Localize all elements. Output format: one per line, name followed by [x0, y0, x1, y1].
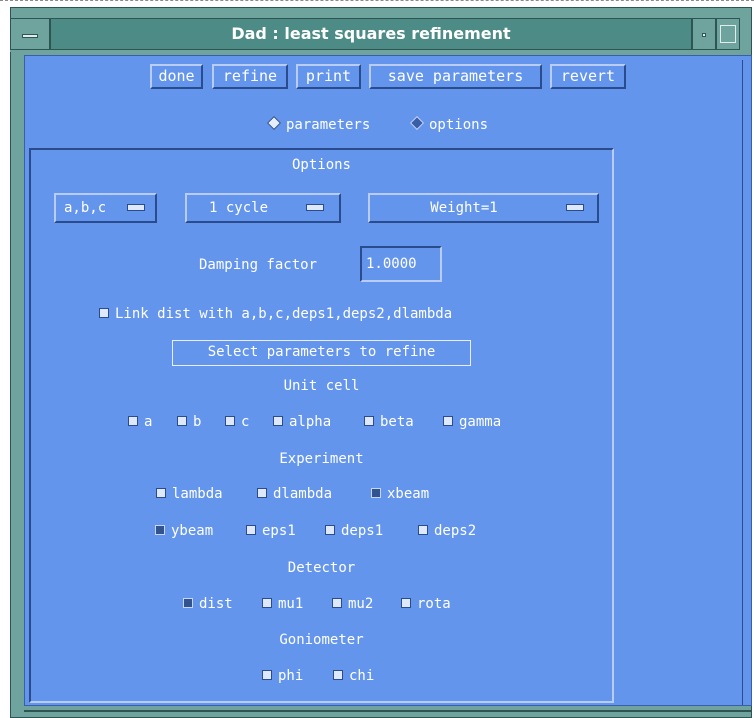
checkbox-label: xbeam — [387, 486, 430, 502]
checkbox-label: mu2 — [348, 596, 374, 612]
checkbox-checked-icon — [371, 488, 381, 498]
checkbox-mu1[interactable]: mu1 — [262, 594, 303, 614]
checkbox-checked-icon — [155, 525, 165, 535]
radio-parameters-label: parameters — [286, 117, 371, 133]
option-menu-icon — [127, 204, 145, 211]
refine-button[interactable]: refine — [212, 64, 288, 89]
done-button[interactable]: done — [150, 64, 203, 89]
checkbox-c[interactable]: c — [225, 412, 249, 432]
checkbox-label: c — [241, 414, 250, 430]
window-menu-icon — [22, 34, 38, 38]
window-menu-button[interactable] — [10, 18, 50, 50]
checkbox-icon — [443, 416, 453, 426]
option-menu-icon — [306, 204, 324, 211]
checkbox-label: deps1 — [341, 523, 384, 539]
minimize-icon — [702, 33, 706, 37]
maximize-icon — [720, 25, 736, 43]
checkbox-a[interactable]: a — [128, 412, 152, 432]
checkbox-icon — [325, 525, 335, 535]
radio-unselected-icon — [266, 115, 282, 131]
checkbox-label: dlambda — [273, 486, 333, 502]
checkbox-label: phi — [278, 668, 304, 684]
unit-cell-heading: Unit cell — [283, 378, 360, 394]
select-parameters-button[interactable]: Select parameters to refine — [172, 340, 471, 366]
checkbox-label: mu1 — [278, 596, 304, 612]
checkbox-icon — [156, 488, 166, 498]
checkbox-b[interactable]: b — [177, 412, 201, 432]
radio-selected-icon — [409, 115, 425, 131]
checkbox-icon — [332, 598, 342, 608]
title-bar: Dad : least squares refinement — [10, 18, 742, 52]
checkbox-ybeam[interactable]: ybeam — [155, 521, 213, 541]
checkbox-label: beta — [380, 414, 414, 430]
experiment-heading: Experiment — [279, 451, 364, 467]
checkbox-icon — [333, 670, 343, 680]
checkbox-rota[interactable]: rota — [401, 594, 451, 614]
damping-label: Damping factor — [199, 257, 318, 273]
checkbox-icon — [246, 525, 256, 535]
checkbox-icon — [262, 598, 272, 608]
damping-factor-input[interactable] — [360, 246, 442, 282]
checkbox-phi[interactable]: phi — [262, 666, 303, 686]
weight-menu-value: Weight=1 — [430, 200, 498, 216]
right-frame-edge — [742, 60, 753, 705]
checkbox-icon — [418, 525, 428, 535]
detector-heading: Detector — [287, 560, 356, 576]
checkbox-deps2[interactable]: deps2 — [418, 521, 476, 541]
checkbox-gamma[interactable]: gamma — [443, 412, 501, 432]
weight-menu[interactable]: Weight=1 — [368, 193, 599, 223]
checkbox-chi[interactable]: chi — [333, 666, 374, 686]
window-bottom-edge — [24, 710, 752, 712]
minimize-button[interactable] — [692, 18, 716, 50]
checkbox-eps1[interactable]: eps1 — [246, 521, 296, 541]
link-dist-checkbox[interactable]: Link dist with a,b,c,deps1,deps2,dlambda — [99, 304, 452, 324]
checkbox-beta[interactable]: beta — [364, 412, 414, 432]
checkbox-label: a — [144, 414, 153, 430]
window-title: Dad : least squares refinement — [50, 18, 692, 50]
radio-parameters[interactable]: parameters — [265, 115, 370, 135]
print-button[interactable]: print — [296, 64, 361, 89]
checkbox-dlambda[interactable]: dlambda — [257, 484, 332, 504]
checkbox-icon — [128, 416, 138, 426]
link-dist-label: Link dist with a,b,c,deps1,deps2,dlambda — [115, 306, 453, 322]
checkbox-icon — [257, 488, 267, 498]
checkbox-label: alpha — [289, 414, 332, 430]
radio-options-label: options — [429, 117, 489, 133]
checkbox-checked-icon — [183, 598, 193, 608]
checkbox-icon — [273, 416, 283, 426]
goniometer-heading: Goniometer — [279, 632, 364, 648]
checkbox-icon — [401, 598, 411, 608]
options-heading: Options — [291, 157, 351, 173]
checkbox-label: gamma — [459, 414, 502, 430]
cell-menu[interactable]: a,b,c — [54, 193, 157, 223]
checkbox-label: lambda — [172, 486, 223, 502]
checkbox-label: chi — [349, 668, 375, 684]
checkbox-label: eps1 — [262, 523, 296, 539]
checkbox-label: rota — [417, 596, 451, 612]
option-menu-icon — [566, 204, 584, 211]
checkbox-label: b — [193, 414, 202, 430]
checkbox-mu2[interactable]: mu2 — [332, 594, 373, 614]
cycle-menu-value: 1 cycle — [209, 200, 269, 216]
checkbox-alpha[interactable]: alpha — [273, 412, 331, 432]
maximize-button[interactable] — [716, 18, 740, 50]
cycle-menu[interactable]: 1 cycle — [185, 193, 341, 223]
checkbox-icon — [99, 308, 109, 318]
checkbox-icon — [364, 416, 374, 426]
checkbox-lambda[interactable]: lambda — [156, 484, 223, 504]
checkbox-deps1[interactable]: deps1 — [325, 521, 383, 541]
checkbox-label: ybeam — [171, 523, 214, 539]
checkbox-icon — [177, 416, 187, 426]
screen-top-edge — [0, 0, 754, 4]
radio-options[interactable]: options — [408, 115, 488, 135]
cell-menu-value: a,b,c — [64, 200, 107, 216]
checkbox-icon — [225, 416, 235, 426]
checkbox-icon — [262, 670, 272, 680]
checkbox-dist[interactable]: dist — [183, 594, 233, 614]
checkbox-label: deps2 — [434, 523, 477, 539]
checkbox-label: dist — [199, 596, 233, 612]
checkbox-xbeam[interactable]: xbeam — [371, 484, 429, 504]
revert-button[interactable]: revert — [550, 64, 626, 89]
save-parameters-button[interactable]: save parameters — [369, 64, 542, 89]
